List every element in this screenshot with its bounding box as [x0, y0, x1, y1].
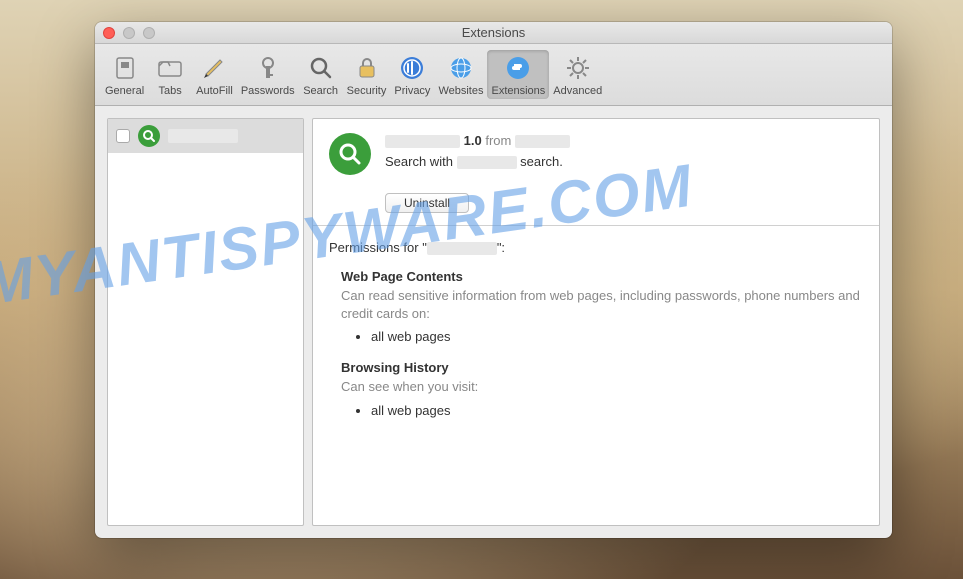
from-label: from	[485, 133, 511, 148]
extension-name-redacted	[385, 135, 460, 148]
extension-header: 1.0 from Search with search.	[313, 119, 879, 189]
extension-icon-large	[329, 133, 371, 175]
privacy-icon	[396, 52, 428, 84]
toolbar: General Tabs AutoFill Passwords Search	[95, 44, 892, 106]
extensions-icon	[502, 52, 534, 84]
search-icon	[305, 52, 337, 84]
security-icon	[351, 52, 383, 84]
tab-tabs[interactable]: Tabs	[148, 50, 192, 99]
autofill-icon	[198, 52, 230, 84]
window-title: Extensions	[95, 25, 892, 40]
permission-item: all web pages	[371, 329, 863, 344]
extension-list-item[interactable]	[108, 119, 303, 153]
tab-autofill[interactable]: AutoFill	[192, 50, 237, 99]
extension-author-redacted	[515, 135, 570, 148]
extension-version: 1.0	[464, 133, 482, 148]
advanced-icon	[562, 52, 594, 84]
preferences-window: Extensions General Tabs AutoFill Passwor…	[95, 22, 892, 538]
permissions-panel: Permissions for "": Web Page Contents Ca…	[313, 226, 879, 448]
extension-enable-checkbox[interactable]	[116, 129, 130, 143]
websites-icon	[445, 52, 477, 84]
extension-title-line: 1.0 from	[385, 133, 863, 148]
permission-description: Can see when you visit:	[341, 378, 863, 396]
extension-perm-name-redacted	[427, 242, 497, 255]
tab-websites[interactable]: Websites	[434, 50, 487, 99]
extension-details: 1.0 from Search with search. Uninstall	[312, 118, 880, 526]
uninstall-button[interactable]: Uninstall	[385, 193, 469, 213]
tab-security[interactable]: Security	[343, 50, 391, 99]
uninstall-row: Uninstall	[313, 189, 879, 225]
extension-desc-redacted	[457, 156, 517, 169]
content-area: 1.0 from Search with search. Uninstall	[95, 106, 892, 538]
permission-section-webpage: Web Page Contents Can read sensitive inf…	[329, 269, 863, 344]
tab-privacy[interactable]: Privacy	[390, 50, 434, 99]
extensions-sidebar	[107, 118, 304, 526]
general-icon	[109, 52, 141, 84]
tab-extensions[interactable]: Extensions	[487, 50, 549, 99]
permission-heading: Browsing History	[341, 360, 863, 375]
traffic-lights	[103, 27, 155, 39]
permissions-title: Permissions for "":	[329, 240, 863, 255]
extension-description: Search with search.	[385, 154, 863, 169]
extension-info: 1.0 from Search with search.	[385, 133, 863, 175]
passwords-icon	[252, 52, 284, 84]
tab-passwords[interactable]: Passwords	[237, 50, 299, 99]
extension-icon-small	[138, 125, 160, 147]
minimize-button[interactable]	[123, 27, 135, 39]
extension-name-redacted	[168, 129, 238, 143]
tab-search[interactable]: Search	[299, 50, 343, 99]
tab-general[interactable]: General	[101, 50, 148, 99]
permission-heading: Web Page Contents	[341, 269, 863, 284]
maximize-button[interactable]	[143, 27, 155, 39]
close-button[interactable]	[103, 27, 115, 39]
permission-section-history: Browsing History Can see when you visit:…	[329, 360, 863, 417]
tab-advanced[interactable]: Advanced	[549, 50, 606, 99]
permission-description: Can read sensitive information from web …	[341, 287, 863, 323]
permission-list: all web pages	[341, 403, 863, 418]
permission-item: all web pages	[371, 403, 863, 418]
tabs-icon	[154, 52, 186, 84]
titlebar: Extensions	[95, 22, 892, 44]
permission-list: all web pages	[341, 329, 863, 344]
